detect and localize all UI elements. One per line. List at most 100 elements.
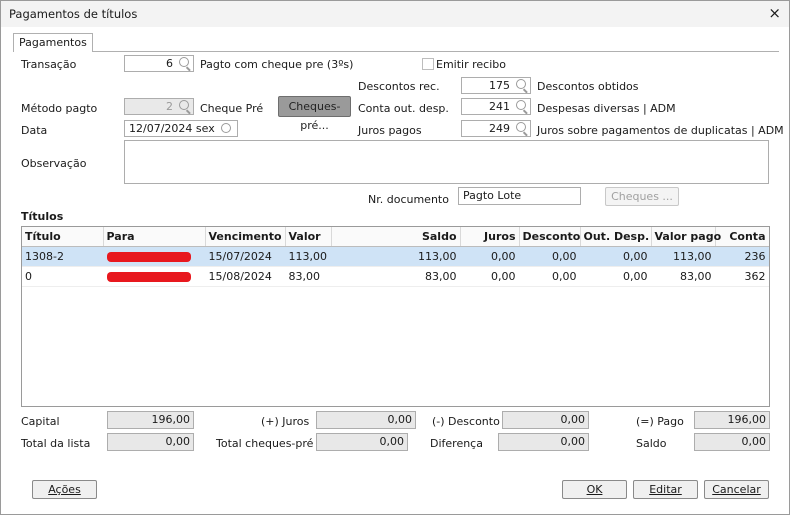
redaction-mark: [106, 272, 191, 282]
total-lista-value: 0,00: [107, 433, 194, 451]
title-bar: Pagamentos de títulos ×: [1, 1, 789, 27]
saldo-total-value: 0,00: [694, 433, 770, 451]
data-label: Data: [21, 124, 48, 137]
capital-value: 196,00: [107, 411, 194, 429]
cancelar-button-label: Cancelar: [712, 483, 761, 496]
diferenca-value: 0,00: [498, 433, 589, 451]
desconto-total-value: 0,00: [502, 411, 589, 429]
search-icon: [179, 100, 189, 110]
juros-total-value: 0,00: [316, 411, 416, 429]
search-icon[interactable]: [516, 79, 526, 89]
tab-pagamentos[interactable]: Pagamentos: [13, 33, 93, 52]
cell-out-desp: 0,00: [580, 246, 651, 267]
cell-out-desp: 0,00: [580, 266, 651, 287]
titulos-section-label: Títulos: [21, 210, 64, 223]
juros-pagos-label: Juros pagos: [358, 124, 422, 137]
column-header-valor[interactable]: Valor: [285, 227, 332, 247]
acoes-button-label: Ações: [48, 483, 81, 496]
observacao-textarea[interactable]: [124, 140, 769, 184]
diferenca-label: Diferença: [430, 437, 483, 450]
cell-saldo: 113,00: [331, 246, 460, 267]
ok-button[interactable]: OK: [562, 480, 627, 499]
search-icon[interactable]: [516, 122, 526, 132]
cell-juros: 0,00: [460, 246, 519, 267]
redaction-mark: [106, 252, 191, 262]
pago-total-label: (=) Pago: [636, 415, 684, 428]
descontos-rec-value: 175: [489, 79, 510, 92]
cancelar-button[interactable]: Cancelar: [704, 480, 769, 499]
juros-pagos-description: Juros sobre pagamentos de duplicatas | A…: [537, 124, 784, 137]
descontos-rec-field[interactable]: 175: [461, 77, 531, 94]
cheques-pre-button[interactable]: Cheques-pré...: [278, 96, 351, 132]
total-lista-label: Total da lista: [21, 437, 91, 450]
metodo-field: 2: [124, 98, 194, 115]
titulos-grid: Título Para Vencimento Valor Saldo Juros…: [21, 226, 770, 407]
nr-documento-label: Nr. documento: [368, 193, 449, 206]
cell-valor: 83,00: [285, 266, 331, 287]
table-row[interactable]: 1308-2 15/07/2024 113,00 113,00 0,00 0,0…: [22, 246, 769, 267]
cell-vencimento: 15/08/2024: [205, 266, 285, 287]
data-value: 12/07/2024 sex: [129, 122, 215, 135]
cell-valor-pago: 113,00: [651, 246, 715, 267]
clock-icon[interactable]: [221, 123, 231, 133]
cheques-button: Cheques ...: [605, 187, 679, 206]
cell-desconto: 0,00: [519, 266, 580, 287]
data-field[interactable]: 12/07/2024 sex: [124, 120, 238, 137]
cell-valor-pago: 83,00: [651, 266, 715, 287]
editar-button[interactable]: Editar: [633, 480, 698, 499]
window-title: Pagamentos de títulos: [9, 7, 138, 21]
metodo-label: Método pagto: [21, 102, 98, 115]
total-cheques-label: Total cheques-pré: [216, 437, 314, 450]
column-header-titulo[interactable]: Título: [22, 227, 104, 247]
transacao-value: 6: [166, 57, 173, 70]
juros-pagos-value: 249: [489, 122, 510, 135]
transacao-description: Pagto com cheque pre (3ºs): [200, 58, 354, 71]
search-icon[interactable]: [516, 100, 526, 110]
cell-titulo: 1308-2: [22, 246, 103, 267]
descontos-rec-label: Descontos rec.: [358, 80, 440, 93]
metodo-value: 2: [166, 100, 173, 113]
juros-pagos-field[interactable]: 249: [461, 120, 531, 137]
search-icon[interactable]: [179, 57, 189, 67]
column-header-vencimento[interactable]: Vencimento: [205, 227, 286, 247]
conta-out-description: Despesas diversas | ADM: [537, 102, 676, 115]
cell-vencimento: 15/07/2024: [205, 246, 285, 267]
editar-button-label: Editar: [649, 483, 682, 496]
emitir-recibo-label: Emitir recibo: [436, 58, 506, 71]
cell-juros: 0,00: [460, 266, 519, 287]
metodo-description: Cheque Pré: [200, 102, 264, 115]
cell-desconto: 0,00: [519, 246, 580, 267]
conta-out-field[interactable]: 241: [461, 98, 531, 115]
pago-total-value: 196,00: [694, 411, 770, 429]
column-header-out-desp[interactable]: Out. Desp.: [580, 227, 652, 247]
table-row[interactable]: 0 15/08/2024 83,00 83,00 0,00 0,00 0,00 …: [22, 266, 769, 287]
ok-button-label: OK: [586, 483, 603, 496]
close-icon[interactable]: ×: [768, 4, 781, 22]
descontos-rec-description: Descontos obtidos: [537, 80, 639, 93]
juros-total-label: (+) Juros: [261, 415, 310, 428]
conta-out-value: 241: [489, 100, 510, 113]
column-header-valor-pago[interactable]: Valor pago: [651, 227, 721, 247]
cell-conta: 362: [715, 266, 769, 287]
desconto-total-label: (-) Desconto: [432, 415, 500, 428]
conta-out-label: Conta out. desp.: [358, 102, 449, 115]
column-header-para[interactable]: Para: [103, 227, 206, 247]
cell-para: [103, 266, 205, 287]
saldo-total-label: Saldo: [636, 437, 667, 450]
total-cheques-value: 0,00: [316, 433, 408, 451]
cell-titulo: 0: [22, 266, 103, 287]
observacao-label: Observação: [21, 157, 87, 170]
capital-label: Capital: [21, 415, 60, 428]
acoes-button[interactable]: Ações: [32, 480, 97, 499]
column-header-saldo[interactable]: Saldo: [331, 227, 461, 247]
transacao-field[interactable]: 6: [124, 55, 194, 72]
emitir-recibo-checkbox[interactable]: [422, 58, 434, 70]
column-header-juros[interactable]: Juros: [460, 227, 520, 247]
column-header-desconto[interactable]: Desconto: [519, 227, 581, 247]
grid-header-row: Título Para Vencimento Valor Saldo Juros…: [22, 227, 769, 247]
transacao-label: Transação: [21, 58, 77, 71]
nr-documento-field[interactable]: Pagto Lote: [458, 187, 581, 205]
cell-valor: 113,00: [285, 246, 331, 267]
column-header-conta[interactable]: Conta: [715, 227, 769, 247]
cell-conta: 236: [715, 246, 769, 267]
